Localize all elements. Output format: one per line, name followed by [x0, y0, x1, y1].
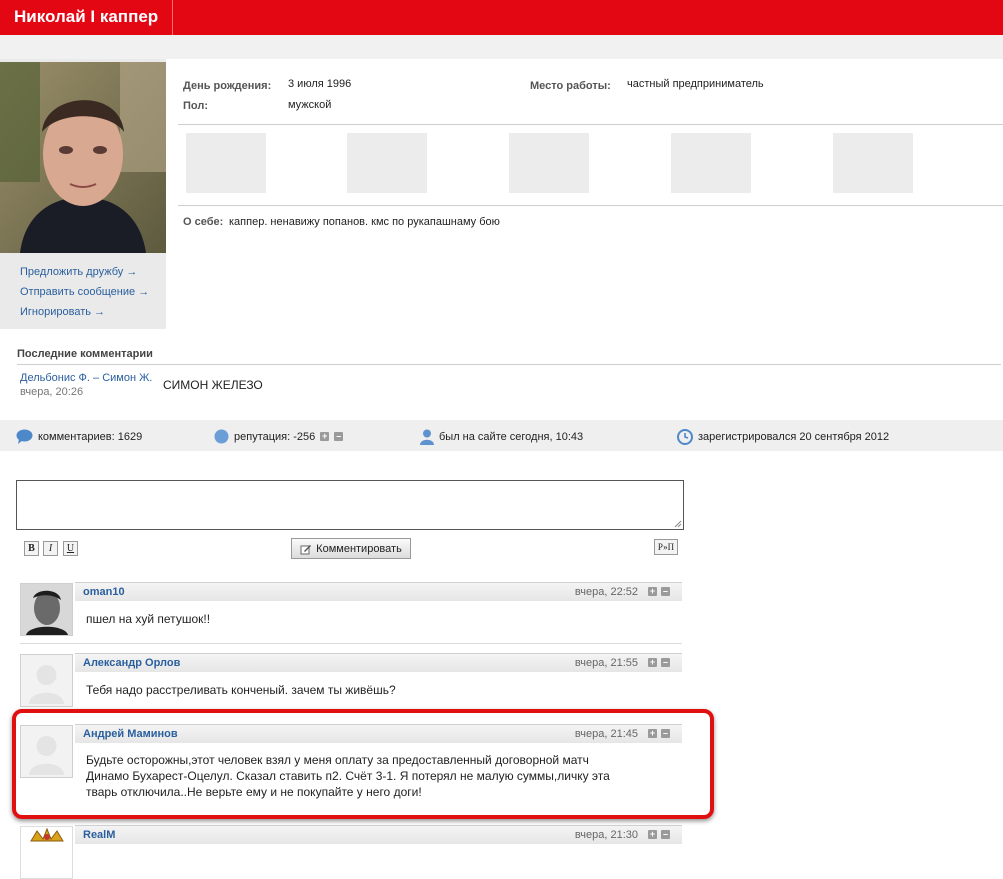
registered-value: зарегистрировался 20 сентября 2012 — [698, 431, 890, 443]
gender-label: Пол: — [183, 100, 209, 112]
birthday-label: День рождения: — [183, 80, 272, 92]
comment-textarea[interactable] — [16, 480, 684, 530]
bold-button[interactable]: B — [24, 541, 39, 556]
photo-placeholder — [186, 133, 266, 193]
resize-handle-icon[interactable] — [674, 520, 682, 528]
reputation-stat: репутация: -256 + – — [214, 429, 344, 444]
top-bar: Николай I каппер — [0, 0, 1003, 35]
submit-comment-button[interactable]: Комментировать — [291, 538, 411, 559]
comment-vote-buttons: + – — [648, 830, 670, 839]
user-icon — [420, 429, 434, 445]
comment-author-link[interactable]: Александр Орлов — [83, 657, 180, 669]
avatar[interactable] — [20, 654, 73, 707]
reputation-plus-button[interactable]: + — [320, 432, 330, 441]
default-avatar-icon — [21, 655, 72, 706]
work-label: Место работы: — [530, 80, 611, 92]
about-value: каппер. ненавижу попанов. кмс по рукапаш… — [229, 216, 500, 228]
photo-placeholder — [671, 133, 751, 193]
comment-divider — [20, 643, 682, 644]
comment-text: Тебя надо расстреливать конченый. зачем … — [86, 683, 396, 697]
minus-button[interactable]: – — [661, 658, 670, 667]
photo-placeholder — [833, 133, 913, 193]
highlight-frame — [12, 709, 714, 819]
avatar[interactable] — [20, 826, 73, 879]
speech-bubble-icon — [16, 429, 33, 444]
birthday-value: 3 июля 1996 — [288, 78, 352, 90]
italic-button[interactable]: I — [43, 541, 58, 556]
suggest-friendship-link[interactable]: Предложить дружбу → — [20, 266, 137, 278]
submit-comment-label: Комментировать — [316, 542, 402, 555]
recent-comment-time: вчера, 20:26 — [20, 386, 84, 398]
comment-header: oman10 вчера, 22:52 + – — [75, 582, 682, 601]
about-label: О себе: — [183, 216, 224, 228]
info-divider — [178, 124, 1003, 125]
reputation-value: репутация: -256 — [234, 430, 316, 443]
reputation-minus-button[interactable]: – — [334, 432, 344, 441]
plus-button[interactable]: + — [648, 830, 657, 839]
registered-stat: зарегистрировался 20 сентября 2012 — [677, 429, 889, 445]
comment-time: вчера, 21:30 — [574, 829, 638, 841]
comment-author-link[interactable]: oman10 — [83, 586, 125, 598]
comment-time: вчера, 22:52 — [574, 586, 638, 598]
comment-vote-buttons: + – — [648, 587, 670, 596]
comment-text: пшел на хуй петушок!! — [86, 612, 211, 626]
reputation-icon — [214, 429, 229, 444]
last-seen-value: был на сайте сегодня, 10:43 — [439, 431, 584, 443]
photo-placeholder — [509, 133, 589, 193]
ignore-link[interactable]: Игнорировать → — [20, 306, 105, 318]
comment-time: вчера, 21:55 — [574, 657, 638, 669]
recent-comments-heading: Последние комментарии — [17, 348, 153, 360]
plus-button[interactable]: + — [648, 658, 657, 667]
user-photo-avatar — [21, 584, 72, 635]
recent-comments-divider — [17, 364, 1001, 365]
comments-stat: комментариев: 1629 — [16, 429, 142, 444]
comment-header: RealM вчера, 21:30 + – — [75, 825, 682, 844]
comment-header: Александр Орлов вчера, 21:55 + – — [75, 653, 682, 672]
photos-divider — [178, 205, 1003, 206]
last-seen-stat: был на сайте сегодня, 10:43 — [420, 429, 583, 445]
pencil-icon — [300, 544, 312, 554]
comment-author-link[interactable]: RealM — [83, 829, 115, 841]
gender-value: мужской — [288, 99, 332, 111]
avatar[interactable] — [20, 583, 73, 636]
underline-button[interactable]: U — [63, 541, 78, 556]
clock-icon — [677, 429, 693, 445]
comments-count: комментариев: 1629 — [38, 430, 143, 443]
page-title: Николай I каппер — [0, 0, 174, 35]
header-band — [0, 35, 1003, 59]
crest-icon — [21, 827, 72, 878]
profile-photo — [0, 62, 166, 253]
translit-button[interactable]: Р»П — [654, 539, 678, 555]
comment-vote-buttons: + – — [648, 658, 670, 667]
send-message-link[interactable]: Отправить сообщение → — [20, 286, 149, 298]
minus-button[interactable]: – — [661, 830, 670, 839]
plus-button[interactable]: + — [648, 587, 657, 596]
photo-placeholder — [347, 133, 427, 193]
work-value: частный предприниматель — [627, 78, 764, 90]
minus-button[interactable]: – — [661, 587, 670, 596]
recent-comment-text: СИМОН ЖЕЛЕЗО — [163, 378, 263, 392]
recent-comment-match-link[interactable]: Дельбонис Ф. – Симон Ж. — [20, 372, 152, 384]
